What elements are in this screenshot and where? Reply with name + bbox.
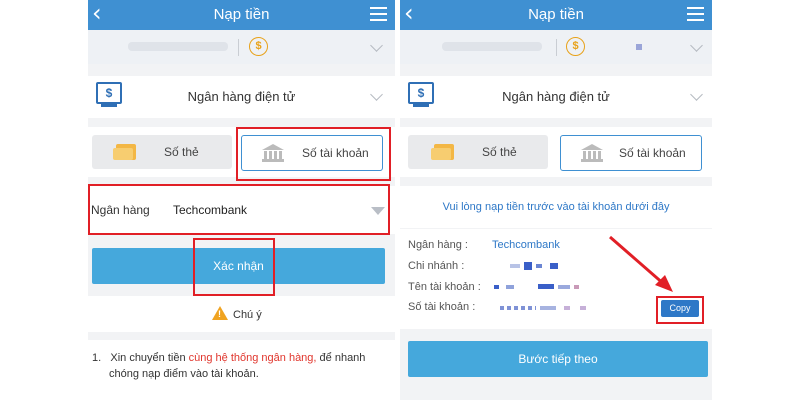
note-text-highlight: cùng hệ thống ngân hàng,: [188, 352, 317, 364]
right-screen: ‹ Nạp tiền $ $ Ngân hàng điện tử Số thẻ …: [400, 0, 712, 400]
divider: [238, 39, 239, 56]
blurred-indicator: [636, 44, 642, 50]
blurred-balance: [442, 42, 542, 51]
app-header: ‹ Nạp tiền: [400, 0, 712, 30]
balance-bar: $: [400, 30, 712, 64]
balance-bar: $: [88, 30, 395, 64]
highlight-account-tab: [236, 127, 391, 181]
note-text-after: để nhanh: [316, 352, 366, 364]
bank-label: Ngân hàng :: [408, 239, 468, 251]
blurred-branch: [510, 264, 520, 268]
credit-card-icon: [113, 144, 136, 160]
warning-notice: ! Chú ý: [88, 296, 395, 332]
hamburger-menu-icon[interactable]: [370, 7, 387, 21]
note-number: 1.: [92, 352, 102, 364]
note-text-before: Xin chuyển tiền: [110, 352, 189, 364]
blurred-account-number: [500, 306, 536, 310]
blurred-account-name: [494, 285, 499, 289]
highlight-bank-select: [88, 184, 390, 235]
payment-method-label: Ngân hàng điện tử: [187, 89, 296, 104]
dollar-coin-icon: $: [566, 37, 585, 56]
tab-card-number[interactable]: Số thẻ: [92, 135, 232, 169]
note-text-line2: chóng nạp điểm vào tài khoản.: [109, 368, 259, 380]
deposit-instruction: Vui lòng nạp tiền trước vào tài khoản dư…: [400, 186, 712, 228]
red-arrow-annotation: [609, 235, 673, 292]
monitor-stand: [101, 104, 117, 107]
monitor-stand: [413, 104, 429, 107]
credit-card-icon: [431, 144, 454, 160]
tab-card-number[interactable]: Số thẻ: [408, 135, 548, 169]
blurred-balance: [128, 42, 228, 51]
dollar-coin-icon: $: [249, 37, 268, 56]
payment-method-row[interactable]: $ Ngân hàng điện tử: [88, 76, 395, 118]
highlight-confirm-button: [193, 238, 275, 296]
tab-account-number[interactable]: Số tài khoản: [560, 135, 702, 171]
chevron-down-icon[interactable]: [690, 39, 703, 52]
account-name-label: Tên tài khoản :: [408, 281, 481, 293]
divider: [556, 39, 557, 56]
tab-card-label: Số thẻ: [164, 145, 199, 159]
note-block: 1. Xin chuyển tiền cùng hệ thống ngân hà…: [88, 340, 395, 400]
deposit-type-tabs: Số thẻ Số tài khoản: [400, 127, 712, 177]
tab-card-label: Số thẻ: [482, 145, 517, 159]
tab-account-label: Số tài khoản: [619, 146, 686, 160]
hamburger-menu-icon[interactable]: [687, 7, 704, 21]
payment-method-label: Ngân hàng điện tử: [502, 89, 610, 104]
warning-title: Chú ý: [233, 309, 262, 321]
app-header: ‹ Nạp tiền: [88, 0, 395, 30]
bank-building-icon: [581, 144, 603, 162]
chevron-down-icon[interactable]: [370, 39, 383, 52]
next-step-button[interactable]: Bước tiếp theo: [408, 341, 708, 377]
page-title: Nạp tiền: [213, 6, 270, 23]
payment-method-row[interactable]: $ Ngân hàng điện tử: [400, 76, 712, 118]
page-title: Nạp tiền: [528, 6, 584, 23]
bank-value: Techcombank: [492, 239, 560, 251]
account-number-label: Số tài khoản :: [408, 301, 476, 313]
branch-label: Chi nhánh :: [408, 260, 465, 272]
